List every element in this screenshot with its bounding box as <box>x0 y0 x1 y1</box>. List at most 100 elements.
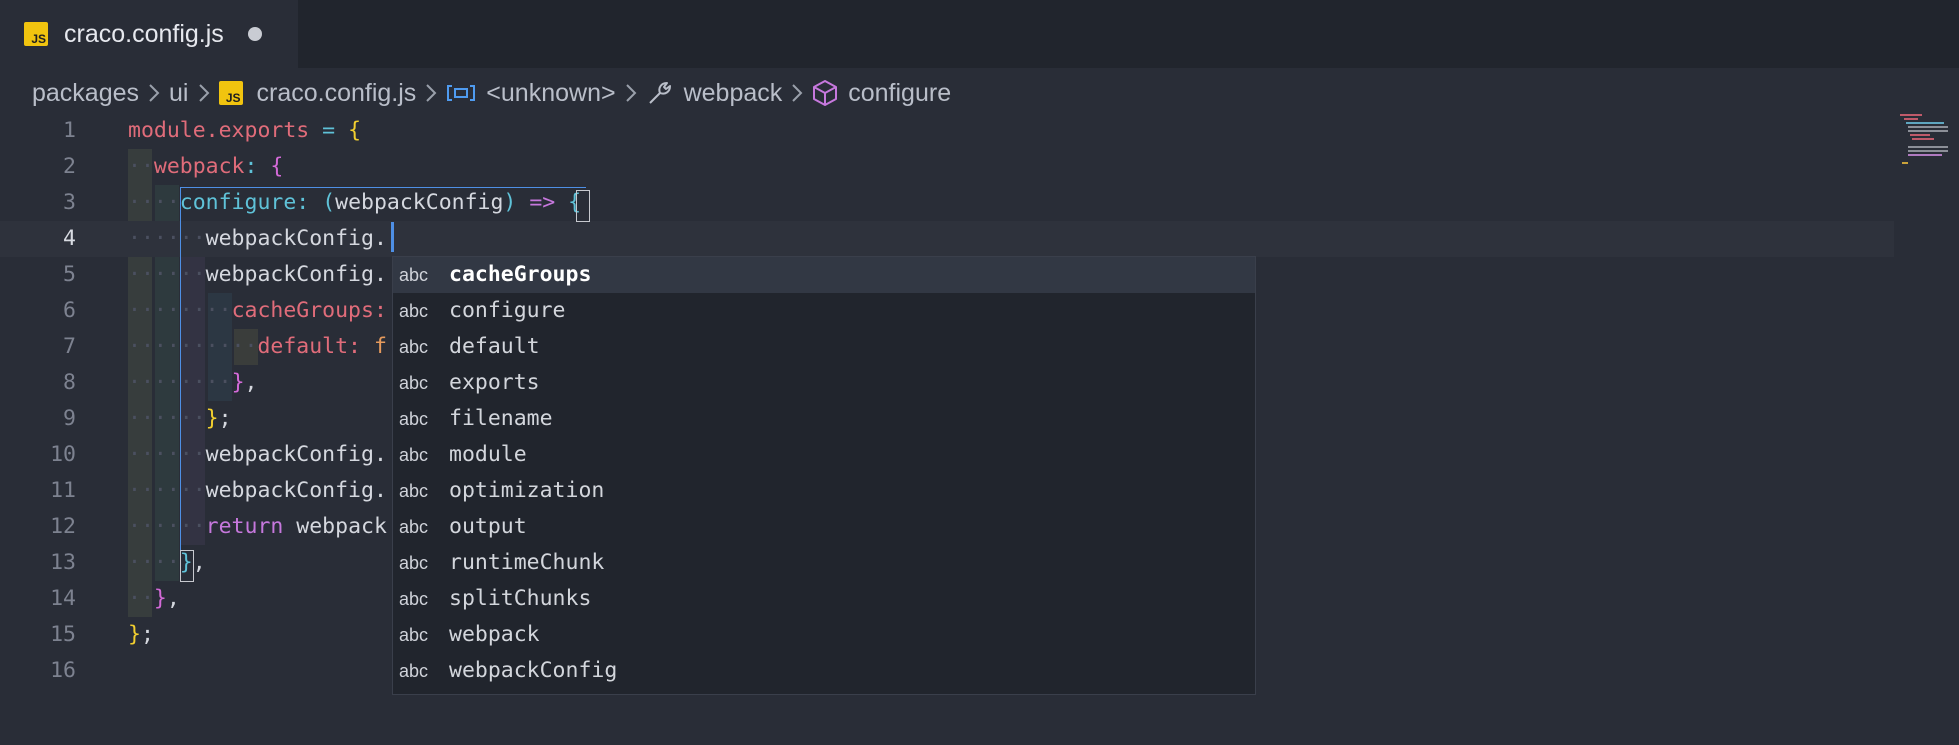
text-kind-icon: abc <box>399 553 429 573</box>
whitespace-marker: ·········· <box>128 334 258 359</box>
suggestion-item[interactable]: abc filename <box>393 401 1255 437</box>
text-kind-icon: abc <box>399 409 429 429</box>
minimap-line <box>1908 130 1948 132</box>
tab-title: craco.config.js <box>64 19 224 48</box>
code-line[interactable]: 4 ······webpackConfig. <box>0 221 1894 257</box>
line-code: ··········default: f <box>128 329 387 365</box>
whitespace-marker: ······ <box>128 442 206 467</box>
unsaved-dot-icon[interactable] <box>247 27 262 41</box>
code-token: webpackConfig. <box>205 478 387 503</box>
suggestion-item[interactable]: abc exports <box>393 365 1255 401</box>
line-number: 8 <box>63 370 76 395</box>
breadcrumb-item-unknown[interactable]: <unknown> <box>446 79 616 108</box>
code-token: ; <box>218 406 232 431</box>
suggestion-item[interactable]: abc output <box>393 509 1255 545</box>
code-token: { <box>348 118 362 143</box>
whitespace-marker: ·· <box>128 586 154 611</box>
whitespace-marker: ······ <box>128 262 206 287</box>
line-code: ··webpack: { <box>128 149 283 185</box>
minimap-line <box>1908 126 1948 128</box>
line-code: module.exports = { <box>128 113 361 149</box>
minimap[interactable] <box>1898 112 1958 172</box>
chevron-right-icon <box>624 82 638 104</box>
suggestion-item[interactable]: abc splitChunks <box>393 581 1255 617</box>
suggestion-item[interactable]: abc configure <box>393 293 1255 329</box>
suggestion-item[interactable]: abc webpackConfig <box>393 653 1255 689</box>
suggestion-item[interactable]: abc runtimeChunk <box>393 545 1255 581</box>
breadcrumb-label: webpack <box>683 78 783 107</box>
scope-highlight <box>180 187 181 581</box>
bracket-match-box <box>576 190 590 222</box>
breadcrumb-item-ui[interactable]: ui <box>169 79 188 108</box>
line-number: 14 <box>50 586 76 611</box>
line-code: }; <box>128 617 154 653</box>
whitespace-marker: ······ <box>128 514 206 539</box>
code-token: webpackConfig. <box>205 442 387 467</box>
code-token: } <box>153 586 167 611</box>
breadcrumb-item-file[interactable]: JS craco.config.js <box>218 78 417 108</box>
line-number: 6 <box>63 298 76 323</box>
whitespace-marker: ···· <box>128 550 180 575</box>
code-token: configure <box>179 190 297 215</box>
line-code: ····configure: (webpackConfig) => { <box>128 185 581 221</box>
cube-icon <box>812 79 838 107</box>
code-token: webpackConfig. <box>205 226 387 251</box>
code-token: default: <box>257 334 362 359</box>
suggestion-item[interactable]: abc default <box>393 329 1255 365</box>
text-kind-icon: abc <box>399 625 429 645</box>
tab-bar: JS craco.config.js <box>0 0 1959 68</box>
text-kind-icon: abc <box>399 337 429 357</box>
chevron-right-icon <box>424 82 438 104</box>
symbol-variable-icon <box>446 82 476 104</box>
line-code: ······return webpack <box>128 509 387 545</box>
code-token: = <box>322 118 336 143</box>
text-kind-icon: abc <box>399 373 429 393</box>
tab-craco-config[interactable]: JS craco.config.js <box>0 0 298 68</box>
minimap-line <box>1908 150 1948 152</box>
suggestion-label: output <box>449 514 527 539</box>
suggestion-item[interactable]: abc webpack <box>393 617 1255 653</box>
suggestion-label: splitChunks <box>449 586 592 611</box>
breadcrumb-item-webpack[interactable]: webpack <box>646 78 783 108</box>
suggestion-item[interactable]: abc module <box>393 437 1255 473</box>
code-token: return <box>205 514 284 539</box>
breadcrumb: packages ui JS craco.config.js <unknown> <box>32 73 951 113</box>
breadcrumb-item-configure[interactable]: configure <box>812 79 951 108</box>
suggestion-label: default <box>449 334 540 359</box>
scope-highlight <box>180 187 586 188</box>
whitespace-marker: ······ <box>128 226 206 251</box>
code-token: webpackConfig. <box>205 262 387 287</box>
suggestion-label: optimization <box>449 478 605 503</box>
minimap-line <box>1906 122 1944 124</box>
code-line[interactable]: 1 module.exports = { <box>0 113 1959 149</box>
suggestion-item[interactable]: abc cacheGroups <box>393 257 1255 293</box>
wrench-icon <box>646 79 674 107</box>
suggestion-list: abc cacheGroups abc configure abc default abc e… <box>393 257 1255 689</box>
code-token: => <box>529 190 556 215</box>
line-code: ········cacheGroups: <box>128 293 387 329</box>
line-number: 1 <box>63 118 76 143</box>
line-number: 11 <box>50 478 76 503</box>
suggestion-label: webpack <box>449 622 540 647</box>
breadcrumb-label: craco.config.js <box>256 78 417 107</box>
line-number: 13 <box>50 550 76 575</box>
code-line[interactable]: 2 ··webpack: { <box>0 149 1959 185</box>
code-token: : <box>244 154 258 179</box>
text-kind-icon: abc <box>399 481 429 501</box>
code-token: cacheGroups: <box>231 298 387 323</box>
breadcrumb-item-packages[interactable]: packages <box>32 79 139 108</box>
line-number: 12 <box>50 514 76 539</box>
line-code: ··}, <box>128 581 180 617</box>
code-line[interactable]: 3 ····configure: (webpackConfig) => { <box>0 185 1959 221</box>
code-token: module.exports <box>128 118 310 143</box>
line-number: 9 <box>63 406 76 431</box>
suggestion-item[interactable]: abc optimization <box>393 473 1255 509</box>
suggestion-label: webpackConfig <box>449 658 618 683</box>
text-kind-icon: abc <box>399 445 429 465</box>
suggestion-label: configure <box>449 298 566 323</box>
text-kind-icon: abc <box>399 265 429 285</box>
